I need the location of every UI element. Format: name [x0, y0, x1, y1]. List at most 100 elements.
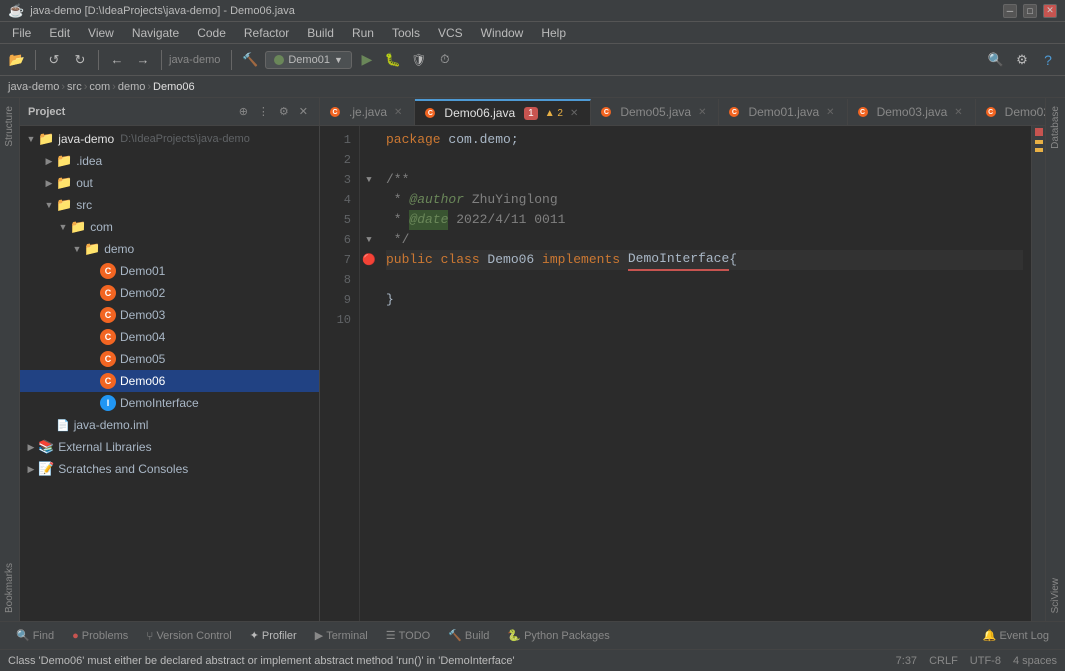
tree-item-demo06[interactable]: ▶ C Demo06: [20, 370, 319, 392]
tree-item-demo[interactable]: ▼ 📁 demo: [20, 238, 319, 260]
sidebar-close-icon[interactable]: ✕: [296, 104, 311, 119]
bottom-vcs[interactable]: ⑂ Version Control: [138, 626, 239, 646]
sidebar-header: Project ⊕ ⋮ ⚙ ✕: [20, 98, 319, 126]
run-config-name: Demo01: [288, 54, 330, 66]
bookmarks-panel-label[interactable]: Bookmarks: [4, 555, 15, 621]
run-button[interactable]: ▶: [356, 49, 378, 71]
toolbar-nav-fwd-btn[interactable]: →: [132, 49, 154, 71]
toolbar-redo-btn[interactable]: ↻: [69, 49, 91, 71]
sidebar-add-icon[interactable]: ⊕: [236, 104, 251, 119]
tree-item-demo04[interactable]: ▶ C Demo04: [20, 326, 319, 348]
tree-item-demo03[interactable]: ▶ C Demo03: [20, 304, 319, 326]
tree-label-demointerface: DemoInterface: [120, 396, 199, 410]
sidebar-settings-icon[interactable]: ⚙: [276, 104, 292, 119]
tree-interface-icon-demointerface: I: [100, 395, 116, 411]
menu-code[interactable]: Code: [189, 24, 234, 42]
bottom-find[interactable]: 🔍 Find: [8, 626, 62, 645]
toolbar-open-btn[interactable]: 📂: [6, 49, 28, 71]
tree-item-root[interactable]: ▼ 📁 java-demo D:\IdeaProjects\java-demo: [20, 128, 319, 150]
tab-demo05[interactable]: C Demo05.java ✕: [591, 99, 719, 125]
line-numbers: 1 2 3 4 5 6 7 8 9 10: [320, 126, 360, 621]
menu-navigate[interactable]: Navigate: [124, 24, 187, 42]
tab-close-demo05[interactable]: ✕: [696, 106, 708, 119]
gutter-fold-6[interactable]: ▼: [366, 235, 371, 245]
tree-item-demo01[interactable]: ▶ C Demo01: [20, 260, 319, 282]
toolbar-undo-btn[interactable]: ↺: [43, 49, 65, 71]
tree-item-idea[interactable]: ▶ 📁 .idea: [20, 150, 319, 172]
bottom-eventlog[interactable]: 🔔 Event Log: [975, 626, 1057, 645]
debug-button[interactable]: 🐛: [382, 49, 404, 71]
breadcrumb-demo06[interactable]: Demo06: [153, 81, 195, 93]
structure-panel-label[interactable]: Structure: [4, 98, 15, 155]
status-position[interactable]: 7:37: [896, 655, 917, 667]
tab-je[interactable]: C .je.java ✕: [320, 99, 415, 125]
gutter: ▼ ▼ 🔴: [360, 126, 378, 621]
status-encoding[interactable]: UTF-8: [970, 655, 1001, 667]
tab-icon-je: C: [330, 107, 340, 117]
coverage-button[interactable]: 🛡: [408, 49, 430, 71]
tree-item-demointerface[interactable]: ▶ I DemoInterface: [20, 392, 319, 414]
breadcrumb-com[interactable]: com: [89, 81, 110, 93]
tab-demo02[interactable]: C Demo02.java ✕: [976, 99, 1045, 125]
line-num-7: 7: [320, 250, 351, 270]
profile-button[interactable]: ⏱: [434, 49, 456, 71]
tree-item-src[interactable]: ▼ 📁 src: [20, 194, 319, 216]
tree-item-scratches[interactable]: ▶ 📝 Scratches and Consoles: [20, 458, 319, 480]
tree-item-demo02[interactable]: ▶ C Demo02: [20, 282, 319, 304]
bottom-python[interactable]: 🐍 Python Packages: [499, 626, 617, 645]
toolbar-nav-back-btn[interactable]: ←: [106, 49, 128, 71]
gutter-fold-3[interactable]: ▼: [366, 175, 371, 185]
menu-view[interactable]: View: [80, 24, 122, 42]
menu-vcs[interactable]: VCS: [430, 24, 471, 42]
tab-demo06[interactable]: C Demo06.java 1 ▲ 2 ✕: [415, 99, 591, 125]
tree-item-out[interactable]: ▶ 📁 out: [20, 172, 319, 194]
menu-run[interactable]: Run: [344, 24, 382, 42]
close-button[interactable]: ✕: [1043, 4, 1057, 18]
tree-item-iml[interactable]: ▶ 📄 java-demo.iml: [20, 414, 319, 436]
status-line-ending[interactable]: CRLF: [929, 655, 958, 667]
maximize-button[interactable]: □: [1023, 4, 1037, 18]
tab-close-demo06[interactable]: ✕: [568, 107, 580, 120]
breadcrumb-demo[interactable]: demo: [118, 81, 146, 93]
database-panel-label[interactable]: Database: [1050, 98, 1061, 157]
menu-file[interactable]: File: [4, 24, 39, 42]
breadcrumb-src[interactable]: src: [67, 81, 82, 93]
settings-btn[interactable]: ⚙: [1011, 49, 1033, 71]
tab-close-demo03[interactable]: ✕: [952, 106, 964, 119]
vcs-label: Version Control: [156, 630, 231, 642]
comment-open: /**: [386, 170, 409, 190]
tab-close-demo01[interactable]: ✕: [824, 106, 836, 119]
breadcrumb-project[interactable]: java-demo: [8, 81, 59, 93]
menu-build[interactable]: Build: [299, 24, 342, 42]
tree-item-demo05[interactable]: ▶ C Demo05: [20, 348, 319, 370]
menu-refactor[interactable]: Refactor: [236, 24, 297, 42]
tab-close-je[interactable]: ✕: [392, 106, 404, 119]
tree-label-src: src: [76, 198, 92, 212]
bottom-profiler[interactable]: ✦ Profiler: [242, 626, 305, 645]
help-btn[interactable]: ?: [1037, 49, 1059, 71]
tree-class-icon-demo01: C: [100, 263, 116, 279]
menu-window[interactable]: Window: [473, 24, 532, 42]
run-config-selector[interactable]: Demo01 ▼: [265, 51, 352, 69]
tab-demo03[interactable]: C Demo03.java ✕: [848, 99, 976, 125]
minimize-button[interactable]: ─: [1003, 4, 1017, 18]
code-content[interactable]: package com.demo; /** * @author ZhuYingl…: [378, 126, 1031, 621]
menu-edit[interactable]: Edit: [41, 24, 78, 42]
right-error-stripe: [1031, 126, 1045, 621]
tree-arrow-out: ▶: [42, 178, 56, 189]
sidebar-layout-icon[interactable]: ⋮: [255, 104, 272, 119]
menu-tools[interactable]: Tools: [384, 24, 428, 42]
tab-demo01[interactable]: C Demo01.java ✕: [719, 99, 847, 125]
sciview-panel-label[interactable]: SciView: [1050, 570, 1061, 621]
menu-help[interactable]: Help: [533, 24, 574, 42]
bottom-terminal[interactable]: ▶ Terminal: [307, 626, 376, 645]
toolbar-build-btn[interactable]: 🔨: [239, 49, 261, 71]
status-indent[interactable]: 4 spaces: [1013, 655, 1057, 667]
bottom-build[interactable]: 🔨 Build: [440, 626, 497, 645]
code-editor[interactable]: 1 2 3 4 5 6 7 8 9 10 ▼: [320, 126, 1045, 621]
bottom-todo[interactable]: ☰ TODO: [378, 626, 438, 645]
tree-item-extlibs[interactable]: ▶ 📚 External Libraries: [20, 436, 319, 458]
search-everywhere-btn[interactable]: 🔍: [985, 49, 1007, 71]
tree-item-com[interactable]: ▼ 📁 com: [20, 216, 319, 238]
bottom-problems[interactable]: ● Problems: [64, 627, 136, 645]
